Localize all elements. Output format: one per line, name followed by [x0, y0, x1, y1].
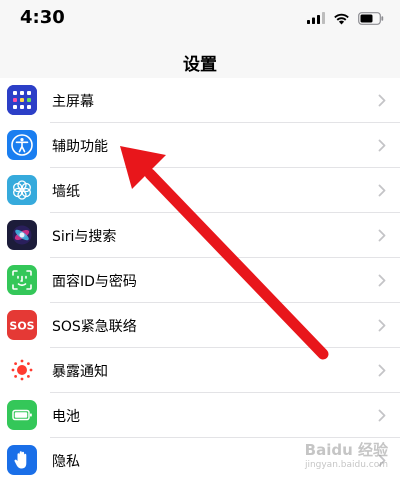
- cellular-signal-icon: [307, 12, 325, 24]
- row-label: 隐私: [52, 454, 80, 470]
- chevron-right-icon: [378, 94, 386, 107]
- privacy-hand-icon: [7, 445, 37, 475]
- settings-row-battery[interactable]: 电池: [0, 393, 400, 438]
- home-screen-grid-icon: [7, 85, 37, 115]
- sos-icon: SOS: [7, 310, 37, 340]
- watermark: Baidu 经验 jingyan.baidu.com: [305, 439, 388, 470]
- status-icons: [307, 10, 384, 26]
- svg-text:SOS: SOS: [9, 320, 34, 333]
- row-label: 主屏幕: [52, 94, 94, 110]
- settings-row-face-id-passcode[interactable]: 面容ID与密码: [0, 258, 400, 303]
- siri-icon: [7, 220, 37, 250]
- settings-row-exposure-notifications[interactable]: 暴露通知: [0, 348, 400, 393]
- row-label: 暴露通知: [52, 364, 108, 380]
- chevron-right-icon: [378, 139, 386, 152]
- settings-row-emergency-sos[interactable]: SOS SOS紧急联络: [0, 303, 400, 348]
- row-label: 墙纸: [52, 184, 80, 200]
- exposure-notification-icon: [7, 355, 37, 385]
- settings-row-siri-search[interactable]: Siri与搜索: [0, 213, 400, 258]
- row-label: 辅助功能: [52, 139, 108, 155]
- chevron-right-icon: [378, 184, 386, 197]
- row-label: 电池: [52, 409, 80, 425]
- settings-row-wallpaper[interactable]: 墙纸: [0, 168, 400, 213]
- face-id-icon: [7, 265, 37, 295]
- chevron-right-icon: [378, 274, 386, 287]
- chevron-right-icon: [378, 409, 386, 422]
- wallpaper-flower-icon: [7, 175, 37, 205]
- page-title: 设置: [183, 55, 217, 75]
- watermark-logo-text: Baidu 经验: [304, 441, 388, 459]
- battery-status-icon: [358, 11, 384, 25]
- settings-list: 主屏幕 辅助功能 墙纸 Siri与搜索 面容ID与密码 SOS SOS紧急联络 …: [0, 78, 400, 480]
- battery-icon: [7, 400, 37, 430]
- row-label: 面容ID与密码: [52, 274, 137, 290]
- settings-row-accessibility[interactable]: 辅助功能: [0, 123, 400, 168]
- wifi-icon: [334, 13, 349, 24]
- accessibility-icon: [7, 130, 37, 160]
- chevron-right-icon: [378, 229, 386, 242]
- status-bar: 4:30: [0, 0, 400, 36]
- row-label: Siri与搜索: [52, 229, 117, 245]
- row-label: SOS紧急联络: [52, 319, 137, 335]
- chevron-right-icon: [378, 319, 386, 332]
- status-time: 4:30: [20, 7, 65, 28]
- chevron-right-icon: [378, 364, 386, 377]
- watermark-url: jingyan.baidu.com: [304, 460, 388, 470]
- settings-row-home-screen[interactable]: 主屏幕: [0, 78, 400, 123]
